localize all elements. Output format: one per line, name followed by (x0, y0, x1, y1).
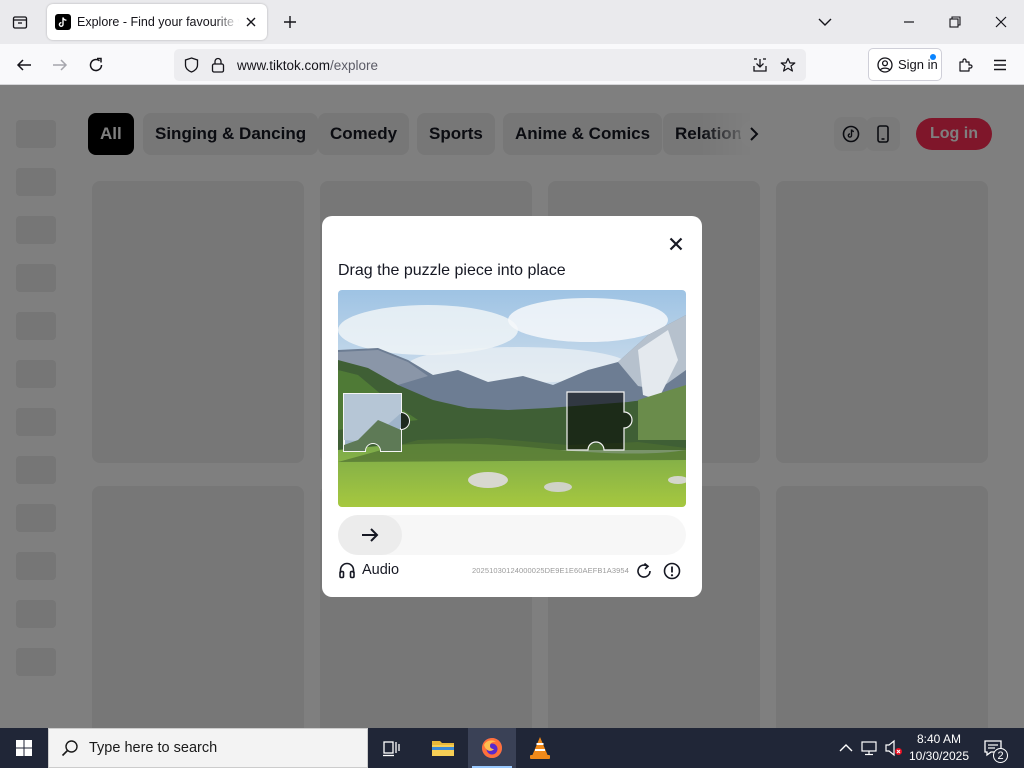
tab-title: Explore - Find your favourite videos on … (77, 15, 239, 29)
clock-time: 8:40 AM (916, 732, 962, 746)
account-icon (877, 56, 893, 73)
vlc-player-icon[interactable] (516, 728, 564, 768)
headphones-icon (338, 561, 356, 579)
task-view-icon[interactable] (368, 728, 416, 768)
close-icon[interactable] (665, 233, 687, 255)
windows-taskbar: Type here to search 8:40 AM 10/30/2025 2 (0, 728, 1024, 768)
tab-close-icon[interactable] (243, 14, 259, 30)
notification-dot (930, 54, 936, 60)
report-info-icon[interactable] (662, 561, 682, 581)
taskbar-search-box[interactable]: Type here to search (48, 728, 368, 768)
download-page-icon[interactable] (752, 57, 768, 73)
back-arrow-icon[interactable] (11, 52, 37, 78)
firefox-icon[interactable] (468, 728, 516, 768)
tab-list-icon[interactable] (8, 10, 32, 34)
sign-in-button[interactable]: Sign in (868, 48, 942, 81)
audio-label: Audio (362, 562, 400, 578)
clock-date: 10/30/2025 (908, 749, 970, 763)
refresh-icon[interactable] (634, 561, 654, 581)
tiktok-explore-page: All Singing & Dancing Comedy Sports Anim… (0, 85, 1024, 728)
show-hidden-icons-chevron-up-icon[interactable] (836, 738, 856, 758)
network-disconnected-icon[interactable] (860, 738, 880, 758)
notification-count-badge: 2 (993, 748, 1008, 763)
captcha-title: Drag the puzzle piece into place (338, 262, 566, 279)
restore-icon[interactable] (932, 0, 978, 44)
address-bar[interactable]: www.tiktok.com/explore (174, 49, 806, 81)
captcha-dialog: Drag the puzzle piece into place Audio 2… (322, 216, 702, 597)
forward-arrow-icon[interactable] (47, 52, 73, 78)
extensions-puzzle-icon[interactable] (952, 52, 978, 78)
tiktok-favicon-icon (55, 14, 71, 30)
hamburger-menu-icon[interactable] (987, 52, 1013, 78)
audio-challenge-button[interactable]: Audio (338, 561, 399, 579)
puzzle-piece[interactable] (343, 393, 410, 452)
windows-start-icon[interactable] (0, 728, 48, 768)
file-explorer-icon[interactable] (419, 728, 467, 768)
new-tab-plus-icon[interactable] (279, 11, 301, 33)
url-text: www.tiktok.com/explore (237, 58, 379, 73)
captcha-slider-handle[interactable] (338, 515, 402, 555)
captcha-puzzle-image (338, 290, 686, 507)
browser-toolbar: www.tiktok.com/explore Sign in (0, 44, 1024, 85)
minimize-icon[interactable] (886, 0, 932, 44)
reload-icon[interactable] (83, 52, 109, 78)
captcha-id: 20251030124000025DE9E1E60AEFB1A3954 (472, 566, 629, 575)
chevron-down-icon[interactable] (815, 12, 835, 32)
bookmark-star-icon[interactable] (780, 57, 796, 73)
shield-icon[interactable] (183, 57, 199, 73)
volume-muted-icon[interactable] (884, 738, 904, 758)
arrow-right-icon (362, 528, 379, 542)
notification-center-icon[interactable]: 2 (980, 736, 1008, 763)
search-placeholder: Type here to search (89, 740, 218, 756)
browser-tab-strip: Explore - Find your favourite videos on … (0, 0, 1024, 44)
browser-tab-active[interactable]: Explore - Find your favourite videos on … (47, 4, 267, 40)
captcha-slider-track[interactable] (338, 515, 686, 555)
taskbar-clock[interactable]: 8:40 AM 10/30/2025 (902, 731, 976, 765)
search-icon (61, 739, 79, 757)
close-window-icon[interactable] (978, 0, 1024, 44)
lock-icon[interactable] (210, 57, 226, 73)
puzzle-target-slot (566, 391, 633, 451)
